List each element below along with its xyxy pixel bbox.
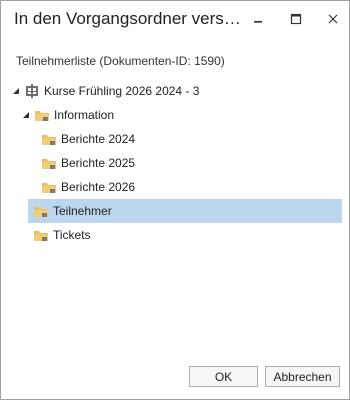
cancel-button[interactable]: Abbrechen [265,366,340,387]
course-node-icon [24,83,40,99]
expanded-arrow-icon[interactable] [11,86,21,96]
folder-icon [34,107,50,123]
tree-item-tickets[interactable]: Tickets [33,223,91,247]
folder-icon [41,131,57,147]
maximize-icon [290,13,302,25]
tree-item-label: Information [54,108,115,122]
dialog-window: In den Vorgangsordner versc... Teilnehme… [0,0,350,400]
minimize-icon [254,21,262,23]
folder-icon [41,155,57,171]
tree-item-label: Berichte 2024 [61,132,136,146]
close-icon [328,14,338,24]
tree-item-label: Berichte 2026 [61,180,136,194]
folder-icon [41,179,57,195]
minimize-button[interactable] [246,7,270,31]
tree-item-label: Berichte 2025 [61,156,136,170]
window-title: In den Vorgangsordner versc... [14,9,246,28]
maximize-button[interactable] [284,7,308,31]
tree-item-label: Teilnehmer [53,204,112,218]
tree-item-label: Tickets [53,228,91,242]
ok-button[interactable]: OK [189,366,258,387]
expanded-arrow-icon[interactable] [21,110,31,120]
title-bar[interactable]: In den Vorgangsordner versc... [1,1,349,37]
tree-item-teilnehmer[interactable]: Teilnehmer [28,199,342,223]
document-caption: Teilnehmerliste (Dokumenten-ID: 1590) [16,54,225,68]
tree-item-berichte-2025[interactable]: Berichte 2025 [41,151,135,175]
tree-item-root[interactable]: Kurse Frühling 2026 2024 - 3 [11,79,199,103]
tree-item-berichte-2024[interactable]: Berichte 2024 [41,127,135,151]
tree-item-information[interactable]: Information [21,103,114,127]
tree-item-berichte-2026[interactable]: Berichte 2026 [41,175,135,199]
folder-icon [33,203,49,219]
tree-item-label: Kurse Frühling 2026 2024 - 3 [44,84,200,98]
folder-icon [33,227,49,243]
close-button[interactable] [321,7,345,31]
